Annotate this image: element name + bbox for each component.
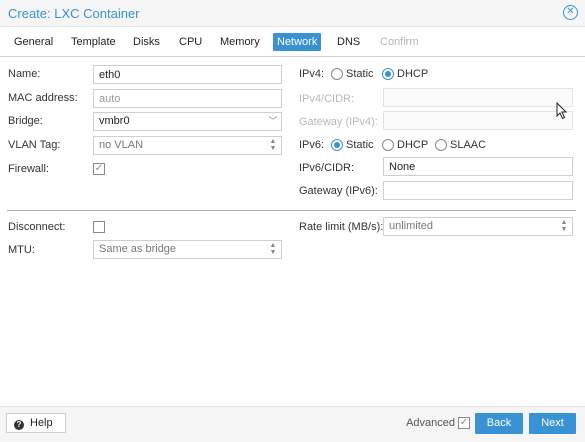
spinner-icon[interactable]: ▲ ▼ <box>558 219 570 234</box>
ipv4-dhcp-label: DHCP <box>397 68 429 80</box>
rate-limit-input[interactable]: unlimited ▲ ▼ <box>383 217 573 236</box>
gateway-ipv6-label: Gateway (IPv6): <box>299 185 378 197</box>
ipv6-slaac-radio[interactable] <box>435 139 447 151</box>
footer-bar: ? Help Advanced ✓ Back Next <box>0 406 585 442</box>
bridge-label: Bridge: <box>8 115 43 127</box>
tab-cpu[interactable]: CPU <box>175 33 206 51</box>
tab-disks[interactable]: Disks <box>129 33 164 51</box>
rate-limit-label: Rate limit (MB/s): <box>299 221 384 233</box>
help-icon: ? <box>14 420 24 430</box>
disconnect-label: Disconnect: <box>8 221 66 233</box>
mac-address-label: MAC address: <box>8 92 78 104</box>
close-icon[interactable]: ✕ <box>563 5 578 20</box>
tab-memory[interactable]: Memory <box>216 33 264 51</box>
title-bar: Create: LXC Container ✕ <box>0 0 585 27</box>
tab-general[interactable]: General <box>10 33 57 51</box>
ipv4-cidr-label: IPv4/CIDR: <box>299 93 355 105</box>
tab-confirm: Confirm <box>380 36 419 48</box>
mtu-label: MTU: <box>8 244 35 256</box>
disconnect-checkbox[interactable] <box>93 221 105 233</box>
vlan-tag-placeholder: no VLAN <box>99 139 144 151</box>
tab-bar: General Template Disks CPU Memory Networ… <box>0 27 585 57</box>
ipv4-static-label: Static <box>346 68 374 80</box>
window-title: Create: LXC Container <box>8 6 140 21</box>
vlan-tag-input[interactable]: no VLAN ▲ ▼ <box>93 136 282 155</box>
name-input[interactable] <box>93 65 282 84</box>
ipv6-static-radio[interactable] <box>331 139 343 151</box>
ipv4-cidr-input <box>383 88 573 107</box>
help-button[interactable]: ? Help <box>6 413 66 433</box>
ipv4-static-radio[interactable] <box>331 68 343 80</box>
help-button-label: Help <box>30 417 53 429</box>
mac-address-input[interactable] <box>93 89 282 108</box>
ipv4-label: IPv4: <box>299 68 325 80</box>
spinner-icon[interactable]: ▲ ▼ <box>267 242 279 257</box>
ipv4-dhcp-radio[interactable] <box>382 68 394 80</box>
tab-network[interactable]: Network <box>273 33 322 51</box>
section-divider <box>7 210 576 211</box>
ipv6-cidr-input[interactable] <box>383 157 573 176</box>
ipv6-slaac-label: SLAAC <box>450 139 487 151</box>
gateway-ipv6-input[interactable] <box>383 181 573 200</box>
chevron-down-icon[interactable]: ﹀ <box>265 113 281 130</box>
ipv6-cidr-label: IPv6/CIDR: <box>299 162 355 174</box>
mtu-placeholder: Same as bridge <box>99 243 177 255</box>
name-label: Name: <box>8 68 41 80</box>
rate-limit-placeholder: unlimited <box>389 220 434 232</box>
advanced-checkbox[interactable]: ✓ <box>458 417 470 429</box>
mouse-cursor-icon <box>556 102 568 120</box>
firewall-checkbox[interactable]: ✓ <box>93 163 105 175</box>
ipv6-dhcp-label: DHCP <box>397 139 429 151</box>
back-button[interactable]: Back <box>475 413 523 434</box>
ipv6-dhcp-radio[interactable] <box>382 139 394 151</box>
vlan-tag-label: VLAN Tag: <box>8 139 61 151</box>
next-button[interactable]: Next <box>529 413 576 434</box>
gateway-ipv4-label: Gateway (IPv4): <box>299 116 378 128</box>
ipv6-static-label: Static <box>346 139 374 151</box>
spinner-icon[interactable]: ▲ ▼ <box>267 138 279 153</box>
firewall-label: Firewall: <box>8 163 49 175</box>
advanced-label: Advanced <box>406 417 455 429</box>
tab-dns[interactable]: DNS <box>333 33 364 51</box>
bridge-select[interactable]: vmbr0 ﹀ <box>93 112 282 131</box>
tab-template[interactable]: Template <box>67 33 120 51</box>
gateway-ipv4-input <box>383 111 573 130</box>
mtu-input[interactable]: Same as bridge ▲ ▼ <box>93 240 282 259</box>
ipv6-label: IPv6: <box>299 139 325 151</box>
bridge-value: vmbr0 <box>99 115 130 127</box>
